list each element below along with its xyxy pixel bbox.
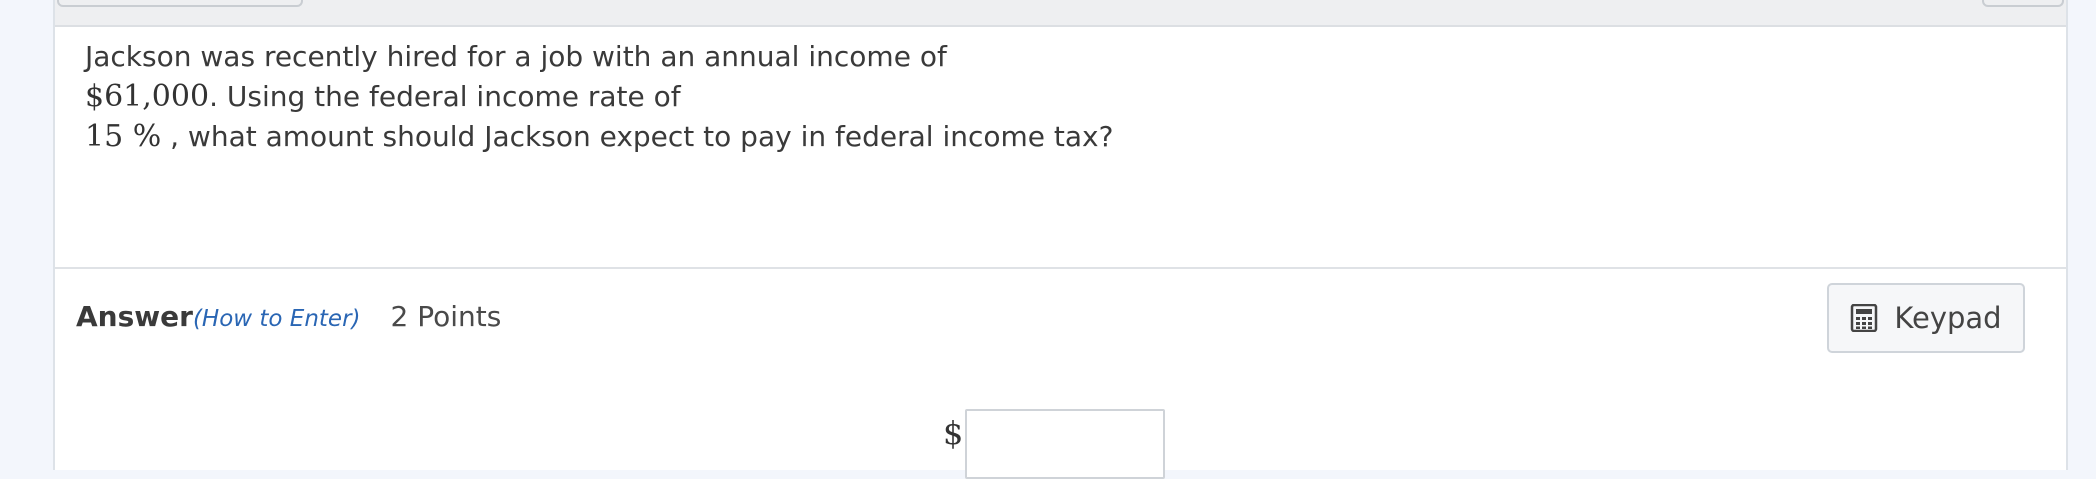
- income-value: $61,000: [85, 79, 210, 114]
- question-line-3-text: , what amount should Jackson expect to p…: [161, 120, 1114, 153]
- keypad-button[interactable]: Keypad: [1827, 283, 2025, 353]
- section-divider: [55, 267, 2066, 269]
- answer-label: Answer: [76, 300, 193, 333]
- top-toolbar-strip: [55, 0, 2066, 27]
- how-to-enter-link[interactable]: (How to Enter): [193, 306, 361, 332]
- question-line-3: 15 % , what amount should Jackson expect…: [85, 117, 1985, 157]
- answer-input[interactable]: [965, 409, 1165, 479]
- question-line-1: Jackson was recently hired for a job wit…: [85, 40, 947, 73]
- points-label: 2 Points: [390, 300, 502, 333]
- question-card: Jackson was recently hired for a job wit…: [53, 0, 2068, 479]
- rate-value: 15 %: [85, 119, 162, 154]
- top-left-tab[interactable]: [57, 0, 303, 7]
- currency-symbol: $: [943, 414, 964, 452]
- calculator-icon: [1850, 304, 1878, 332]
- question-text: Jackson was recently hired for a job wit…: [85, 37, 1985, 157]
- question-line-2: $61,000. Using the federal income rate o…: [85, 77, 1985, 117]
- question-line-2-text: . Using the federal income rate of: [209, 80, 681, 113]
- keypad-label: Keypad: [1894, 301, 2002, 335]
- top-right-tab[interactable]: [1982, 0, 2064, 7]
- answer-header: Answer (How to Enter) 2 Points: [76, 300, 501, 340]
